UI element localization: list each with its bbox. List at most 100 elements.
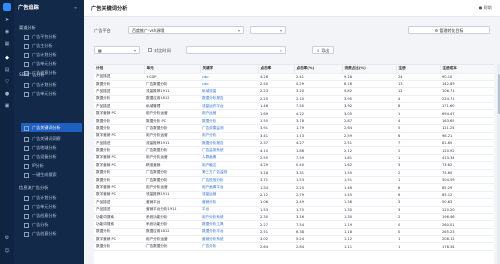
table-cell[interactable]: 精准营销: [144, 161, 200, 170]
table-row[interactable]: 数字营销 PC 用户分析运营 用户运营 1.69 4.22 3.05 1 694.47: [94, 109, 494, 118]
sidebar-item-platform[interactable]: 广告平台分析: [24, 32, 82, 41]
table-cell[interactable]: 营销平台分析1911: [144, 206, 200, 214]
users-icon[interactable]: ●: [4, 92, 10, 97]
table-cell[interactable]: 功能词搜索: [94, 220, 144, 229]
table-cell[interactable]: 广告数据分析: [144, 80, 200, 89]
table-cell[interactable]: 数字营销 PC: [94, 235, 144, 244]
sidebar-item-generate-search[interactable]: 一键生成搜索: [24, 170, 82, 179]
table-row[interactable]: 数据分析 数据分析 PC 数据分析 1.55 3.78 2.87 4 163.65: [94, 117, 494, 126]
table-cell[interactable]: 流量推荐1911: [144, 87, 200, 96]
table-row[interactable]: 数字营销 PC 用户分析运营 用户分析 3.41 1.13 2.59 6 98.21: [94, 132, 494, 141]
sidebar-item-feed-creative[interactable]: 广告创意分析: [24, 211, 82, 220]
table-cell[interactable]: 数字营销 PC: [94, 132, 144, 141]
sidebar-item-keyword-insight[interactable]: 广告关键词洞察: [24, 134, 82, 143]
table-cell[interactable]: 用户触达: [200, 161, 258, 170]
table-row[interactable]: 数字营销 PC 精准营销 用户触达 4.29 0.40 1.62 3 73.82: [94, 161, 494, 170]
table-row[interactable]: 数字营销 PC 用户分析运营 营销分析系统 3.02 5.24 1.12 1 208.12: [94, 235, 494, 244]
table-cell[interactable]: 用户分析运营: [144, 154, 200, 163]
sidebar-item-sem-plan[interactable]: 广告计划分析: [24, 80, 82, 89]
table-cell[interactable]: 数据分析: [94, 124, 144, 133]
table-cell[interactable]: 系统功能分析: [144, 220, 200, 229]
column-header[interactable]: 注册成本: [440, 65, 494, 74]
table-cell[interactable]: 广告数据分析: [144, 146, 200, 155]
sidebar-item-device[interactable]: 广告设备分析: [24, 152, 82, 161]
table-cell[interactable]: 产品描述: [94, 206, 144, 214]
table-cell[interactable]: 营销平台: [144, 198, 200, 207]
table-cell[interactable]: 数据分析: [94, 80, 144, 89]
table-row[interactable]: 功能词搜索 系统功能分析 数据分析工具 2.27 7.54 1.19 0 260.01: [94, 220, 494, 229]
table-cell[interactable]: 数据分析: [94, 242, 144, 251]
table-cell[interactable]: 广告数据分析: [144, 176, 200, 185]
keyword-search-input[interactable]: ⌕: [186, 46, 286, 54]
column-header[interactable]: 关键字: [200, 65, 259, 74]
table-cell[interactable]: 用户分析系统: [200, 213, 258, 222]
table-cell[interactable]: 功能词搜索: [94, 213, 144, 222]
table-cell[interactable]: 系统功能分析: [144, 213, 200, 222]
table-row[interactable]: 数据分析 数据应用1812 数据分析报告 2.25 2.10 3.95 4 224.71: [94, 95, 494, 104]
ad-icon[interactable]: ◆: [4, 56, 10, 61]
help-link[interactable]: ● 帮助: [479, 5, 492, 11]
table-cell[interactable]: 数字营销 PC: [94, 161, 144, 170]
sidebar-item-sem-unit[interactable]: 广告单元分析: [24, 89, 82, 98]
compare-time-checkbox[interactable]: [148, 48, 152, 52]
table-cell[interactable]: 数据分析: [94, 228, 144, 237]
table-cell[interactable]: cdp: [200, 73, 258, 81]
table-cell[interactable]: 营销分析: [200, 198, 258, 207]
table-cell[interactable]: 流量运营: [200, 191, 258, 200]
gear-icon[interactable]: ⚙: [4, 236, 10, 241]
table-cell[interactable]: 广告效果监测: [200, 124, 258, 133]
table-cell[interactable]: 数字营销 PC: [94, 109, 144, 118]
table-row[interactable]: 数字营销 PC 用户分析运营 用户画像平台 1.54 2.20 1.46 6 85.29: [94, 183, 494, 192]
sidebar-group-sem[interactable]: SEM广告分析: [19, 72, 45, 78]
grid-icon[interactable]: ▣: [4, 104, 10, 109]
table-cell[interactable]: 数据分析: [94, 146, 144, 155]
table-cell[interactable]: 产品描述: [94, 139, 144, 148]
table-cell[interactable]: 营销分析系统: [200, 235, 258, 244]
table-cell[interactable]: 人群画像: [200, 154, 258, 163]
sidebar-item-ip[interactable]: IP分析: [24, 161, 82, 170]
column-header[interactable]: 注册: [396, 65, 441, 74]
table-row[interactable]: 产品描述 私域管理 流量运作平台 1.46 7.50 3.92 8 171.60: [94, 102, 494, 111]
platform-select[interactable]: 百度推广-vsh源哦 ▾: [128, 26, 244, 34]
table-row[interactable]: 产品描述 营销平台分析1911 平台 1.53 1.75 1.35 3 120.20: [94, 206, 494, 214]
sidebar-item-region[interactable]: 广告地域分析: [24, 143, 82, 152]
table-row[interactable]: 数据分析 广告数据分析 第三方广告监测 3.18 3.31 1.55 2 75.60: [94, 169, 494, 177]
table-cell[interactable]: 数据分析工具: [200, 220, 258, 229]
table-row[interactable]: 数据分析 广告数据分析 cdp 2.50 0.29 8.16 13 142.89: [94, 80, 494, 89]
send-icon[interactable]: ➤: [4, 18, 10, 23]
table-row[interactable]: 数字营销 PC 流量推荐1911 流量运营 2.12 2.79 1.45 6 65.12: [94, 191, 494, 200]
table-cell[interactable]: 用户分析运营: [144, 183, 200, 192]
table-cell[interactable]: 数据分析: [94, 95, 144, 104]
sidebar-item-feed-ad[interactable]: 广告分析: [24, 220, 82, 229]
sidebar-item-feed-creative-2[interactable]: 广告创意分析: [24, 229, 82, 238]
table-cell[interactable]: 数据分析: [94, 117, 144, 126]
column-header[interactable]: 计划: [94, 65, 145, 74]
table-cell[interactable]: 广告数据分析: [144, 242, 200, 251]
table-cell[interactable]: 数据应用1812: [144, 95, 200, 104]
table-cell[interactable]: 广告数据分析: [144, 169, 200, 177]
sidebar-item-feed-unit[interactable]: 广告单元分析: [24, 202, 82, 211]
table-cell[interactable]: 用户分析运营: [144, 235, 200, 244]
table-cell[interactable]: 数据分析报告: [200, 139, 258, 148]
manage-conversion-button[interactable]: ⚙ 管理转化目标: [408, 26, 490, 34]
table-row[interactable]: 产品描述 +CDP cdp 4.26 2.41 9.28 24 90.10: [94, 73, 494, 81]
table-row[interactable]: 产品描述 流量推荐1911 数据分析报告 2.37 4.27 2.51 7 81.65: [94, 139, 494, 148]
sidebar-item-unit[interactable]: 广告单元分析: [24, 59, 82, 68]
export-button[interactable]: ⇩ 导出: [312, 46, 334, 54]
sidebar-group-feed[interactable]: 信息流广告分析: [19, 185, 48, 191]
table-cell[interactable]: 流量推荐1911: [144, 191, 200, 200]
date-range-select[interactable]: ▦ ▾: [94, 46, 140, 54]
table-row[interactable]: 数据分析 广告数据分析 广告投放分析 3.71 1.53 1.51 1 304.59: [94, 176, 494, 185]
table-cell[interactable]: 数据分析平台: [200, 228, 258, 237]
table-cell[interactable]: 广告分析: [200, 242, 258, 251]
table-cell[interactable]: 用户分析: [200, 132, 258, 141]
column-header[interactable]: 点击率: [258, 65, 295, 74]
table-cell[interactable]: 数据分析: [94, 176, 144, 185]
table-cell[interactable]: 私域流量: [200, 87, 258, 96]
funnel-icon[interactable]: ▽: [4, 80, 10, 85]
user-avatar-icon[interactable]: ☺: [4, 249, 10, 254]
table-cell[interactable]: 用户分析运营: [144, 132, 200, 141]
table-cell[interactable]: 广告投放分析: [200, 176, 258, 185]
table-cell[interactable]: 平台: [200, 206, 258, 214]
table-cell[interactable]: 产品描述: [94, 87, 144, 96]
